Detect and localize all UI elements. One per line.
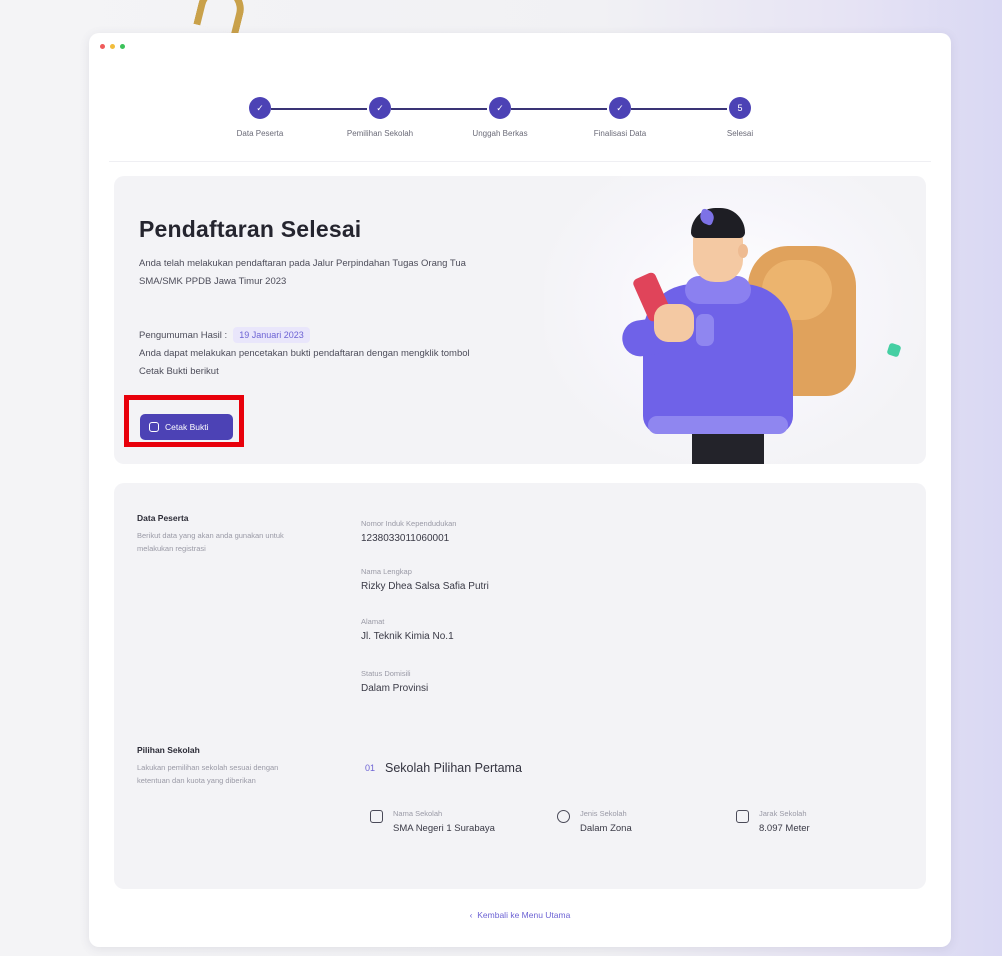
map-icon — [736, 810, 749, 823]
decorative-shape — [886, 342, 902, 358]
announcement-date-badge: 19 Januari 2023 — [233, 327, 310, 343]
school-type-info: Jenis Sekolah Dalam Zona — [557, 809, 632, 834]
step-5-number: 5 — [729, 97, 751, 119]
field-full-name: Nama Lengkap Rizky Dhea Salsa Safia Putr… — [361, 567, 489, 592]
close-dot[interactable] — [100, 44, 105, 49]
back-to-main-menu-link[interactable]: ‹ Kembali ke Menu Utama — [89, 910, 951, 920]
school-choice-header: 01 Sekolah Pilihan Pertama — [365, 761, 522, 775]
announcement-row: Pengumuman Hasil : 19 Januari 2023 — [139, 327, 310, 343]
page-title: Pendaftaran Selesai — [139, 216, 362, 242]
decorative-arch — [193, 0, 249, 35]
step-connector — [271, 108, 367, 110]
registration-summary-card: Data Peserta Berikut data yang akan anda… — [114, 483, 926, 889]
school-distance-info: Jarak Sekolah 8.097 Meter — [736, 809, 810, 834]
school-section-title: Pilihan Sekolah — [137, 745, 200, 755]
school-section-description: Lakukan pemilihan sekolah sesuai dengan … — [137, 763, 279, 785]
completion-description: Anda telah melakukan pendaftaran pada Ja… — [139, 258, 466, 287]
participant-section-title: Data Peserta — [137, 513, 189, 523]
step-label-pemilihan-sekolah: Pemilihan Sekolah — [346, 129, 414, 138]
globe-icon — [557, 810, 570, 823]
chevron-left-icon: ‹ — [469, 910, 473, 920]
print-proof-label: Cetak Bukti — [165, 422, 209, 432]
participant-section-description: Berikut data yang akan anda gunakan untu… — [137, 531, 284, 553]
browser-window: ✓ ✓ ✓ ✓ 5 Data Peserta Pemilihan Sekolah… — [89, 33, 951, 947]
step-2-check-icon: ✓ — [369, 97, 391, 119]
step-1-check-icon: ✓ — [249, 97, 271, 119]
student-illustration — [588, 196, 926, 464]
announcement-label: Pengumuman Hasil : — [139, 329, 228, 341]
step-3-check-icon: ✓ — [489, 97, 511, 119]
print-instruction: Anda dapat melakukan pencetakan bukti pe… — [139, 348, 470, 377]
field-address: Alamat Jl. Teknik Kimia No.1 — [361, 617, 454, 642]
header-divider — [109, 161, 931, 162]
completion-hero-card: Pendaftaran Selesai Anda telah melakukan… — [114, 176, 926, 464]
field-nik: Nomor Induk Kependudukan 123803301106000… — [361, 519, 457, 544]
step-connector — [391, 108, 487, 110]
step-4-check-icon: ✓ — [609, 97, 631, 119]
registration-stepper: ✓ ✓ ✓ ✓ 5 Data Peserta Pemilihan Sekolah… — [229, 97, 789, 147]
school-name-info: Nama Sekolah SMA Negeri 1 Surabaya — [370, 809, 495, 834]
choice-title: Sekolah Pilihan Pertama — [385, 761, 522, 775]
print-proof-button[interactable]: Cetak Bukti — [140, 414, 233, 440]
step-label-unggah-berkas: Unggah Berkas — [472, 129, 528, 138]
back-link-label: Kembali ke Menu Utama — [477, 910, 571, 920]
choice-number: 01 — [365, 763, 376, 773]
step-label-finalisasi-data: Finalisasi Data — [593, 129, 647, 138]
window-controls — [100, 44, 125, 49]
step-connector — [511, 108, 607, 110]
step-connector — [631, 108, 727, 110]
graduation-cap-icon — [370, 810, 383, 823]
step-label-data-peserta: Data Peserta — [236, 129, 284, 138]
maximize-dot[interactable] — [120, 44, 125, 49]
field-domicile-status: Status Domisili Dalam Provinsi — [361, 669, 429, 694]
printer-icon — [149, 422, 159, 432]
step-label-selesai: Selesai — [726, 129, 754, 138]
minimize-dot[interactable] — [110, 44, 115, 49]
